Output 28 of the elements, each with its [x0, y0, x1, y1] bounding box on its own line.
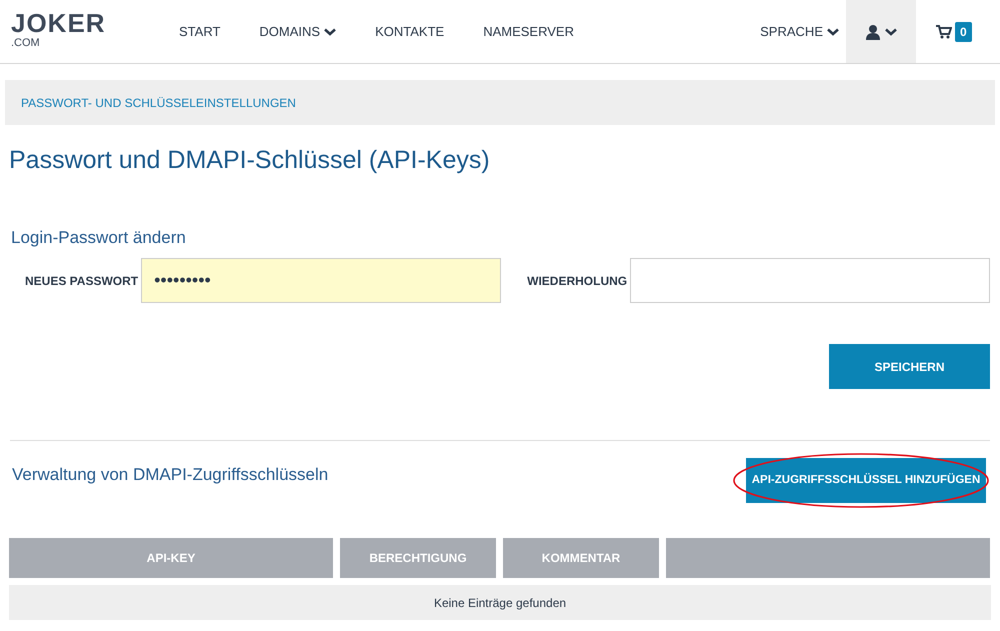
add-api-key-button[interactable]: API-ZUGRIFFSSCHLÜSSEL HINZUFÜGEN [746, 458, 986, 503]
empty-table-message: Keine Einträge gefunden [434, 594, 566, 612]
chevron-down-icon [885, 28, 897, 36]
nav-link[interactable]: KONTAKTE [375, 22, 444, 42]
password-field[interactable]: ••••••••• [141, 258, 502, 303]
section-heading: Verwaltung von DMAPI-Zugriffsschlüsseln [12, 464, 328, 486]
chevron-down-icon [827, 28, 839, 36]
page-title: Passwort und DMAPI-Schlüssel (API-Keys) [9, 145, 491, 176]
cart-count-badge: 0 [955, 22, 972, 42]
breadcrumb-link[interactable]: PASSWORT- UND SCHLÜSSELEINSTELLUNGEN [21, 94, 296, 112]
user-menu-button[interactable] [846, 0, 916, 63]
nav-link[interactable]: NAMESERVER [483, 22, 574, 42]
logo-suffix: .COM [11, 38, 41, 49]
chevron-down-icon [324, 28, 336, 36]
column-header: KOMMENTAR [503, 538, 659, 578]
column-header: BERECHTIGUNG [340, 538, 496, 578]
nav-link[interactable]: DOMAINS [259, 22, 336, 42]
column-header: API-KEY [9, 538, 333, 578]
field-label: NEUES PASSWORT [25, 272, 138, 290]
section-heading: Login-Passwort ändern [11, 226, 187, 248]
user-icon [865, 24, 881, 40]
save-button[interactable]: SPEICHERN [829, 344, 990, 389]
cart-icon[interactable] [936, 24, 952, 38]
nav-link[interactable]: START [179, 22, 220, 42]
language-menu[interactable]: SPRACHE [760, 0, 839, 63]
logo-wordmark[interactable]: JOKER [11, 10, 150, 36]
field-label: WIEDERHOLUNG [527, 272, 628, 290]
password-field[interactable] [630, 258, 990, 303]
